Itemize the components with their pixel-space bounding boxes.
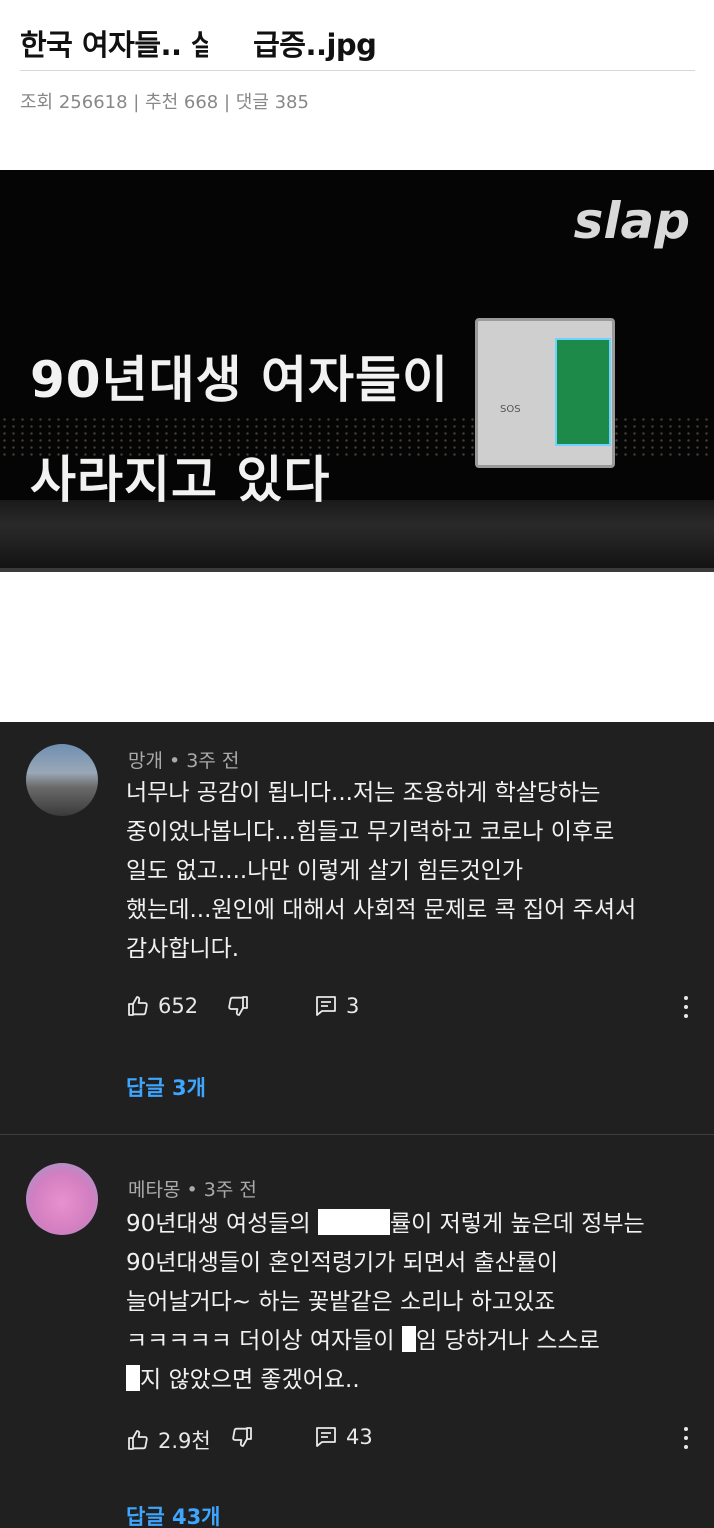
comment-text: 90년대생 여성들의: [126, 1211, 319, 1237]
post-meta: 조회 256618 | 추천 668 | 댓글 385: [20, 92, 309, 113]
like-button[interactable]: 2.9천: [126, 1425, 211, 1455]
like-count: 652: [158, 994, 199, 1018]
reply-count: 3: [346, 994, 360, 1018]
separator-dot: •: [169, 750, 187, 772]
comment: 메타몽 • 3주 전 90년대생 여성들의 률이 저렇게 높은데 정부는 90년…: [0, 1134, 714, 1528]
video-thumbnail[interactable]: SOS slap 90년대생 여자들이 사라지고 있다: [0, 170, 714, 572]
post-header: 한국 여자들.. 살율 급증..jpg 조회 256618 | 추천 668 |…: [0, 0, 714, 170]
comment-line: 감사합니다.: [126, 936, 240, 962]
comment-line: 늘어날거다~ 하는 꽃밭같은 소리나 하고있죠: [126, 1289, 556, 1315]
more-options-icon[interactable]: [684, 996, 690, 1023]
header-divider: [20, 70, 695, 71]
reply-button[interactable]: 3: [314, 994, 359, 1018]
comment-text: 지 않았으면 좋겠어요..: [140, 1367, 360, 1393]
reply-button[interactable]: 43: [314, 1425, 373, 1449]
dislike-button[interactable]: [230, 1425, 254, 1449]
redaction-box: [401, 1326, 416, 1352]
comment-icon: [316, 1427, 336, 1447]
comment-author-line: 망개 • 3주 전: [128, 746, 239, 773]
channel-logo: slap: [573, 192, 690, 250]
thumbs-down-icon: [232, 1427, 252, 1447]
comment-line: ㅋㅋㅋㅋㅋ 더이상 여자들이 임 당하거나 스스로: [126, 1322, 701, 1361]
comment: 망개 • 3주 전 너무나 공감이 됩니다...저는 조용하게 학살당하는 중이…: [0, 722, 714, 1134]
comment-text: ㅋㅋㅋㅋㅋ 더이상 여자들이: [126, 1328, 402, 1354]
view-replies-link[interactable]: 답글 43개: [126, 1501, 221, 1528]
comment-author-line: 메타몽 • 3주 전: [128, 1175, 257, 1202]
comment-text: 률이 저렇게 높은데 정부는: [390, 1211, 645, 1237]
comment-line: 90년대생들이 혼인적령기가 되면서 출산률이: [126, 1250, 559, 1276]
spacer: [0, 572, 714, 722]
comment-line: 했는데...원인에 대해서 사회적 문제로 콕 집어 주셔서: [126, 897, 637, 923]
redaction-box: [318, 1209, 391, 1235]
comment-line: 중이었나봅니다...힘들고 무기력하고 코로나 이후로: [126, 819, 615, 845]
like-button[interactable]: 652: [126, 994, 198, 1018]
separator-dot: •: [186, 1179, 204, 1201]
comment-author[interactable]: 메타몽: [128, 1179, 180, 1201]
redaction-box: [126, 1365, 140, 1391]
comment-time[interactable]: 3주 전: [204, 1179, 257, 1201]
more-options-icon[interactable]: [684, 1427, 690, 1454]
thumbs-up-icon: [128, 1430, 148, 1450]
comment-body: 너무나 공감이 됩니다...저는 조용하게 학살당하는 중이었나봅니다...힘들…: [126, 774, 701, 969]
comment-line: 지 않았으면 좋겠어요..: [126, 1361, 701, 1400]
comment-time[interactable]: 3주 전: [186, 750, 239, 772]
comment-icon: [316, 996, 336, 1016]
reply-count: 43: [346, 1425, 373, 1449]
sos-label: SOS: [500, 404, 521, 415]
dislike-button[interactable]: [226, 994, 250, 1018]
view-replies-link[interactable]: 답글 3개: [126, 1072, 206, 1102]
post-title: 한국 여자들.. 살율 급증..jpg: [20, 28, 377, 62]
comment-line: 일도 없고....나만 이렇게 살기 힘든것인가: [126, 858, 524, 884]
like-count: 2.9천: [158, 1429, 211, 1453]
sos-phone-panel: [555, 338, 611, 446]
comment-body: 90년대생 여성들의 률이 저렇게 높은데 정부는 90년대생들이 혼인적령기가…: [126, 1205, 701, 1400]
thumbs-down-icon: [228, 996, 248, 1016]
comment-author[interactable]: 망개: [128, 750, 163, 772]
comments-section: 망개 • 3주 전 너무나 공감이 됩니다...저는 조용하게 학살당하는 중이…: [0, 722, 714, 1528]
title-redaction: [208, 18, 246, 62]
avatar[interactable]: [26, 1163, 98, 1235]
comment-line: 너무나 공감이 됩니다...저는 조용하게 학살당하는: [126, 780, 601, 806]
comment-line: 90년대생 여성들의 률이 저렇게 높은데 정부는: [126, 1205, 701, 1244]
thumbs-up-icon: [128, 996, 148, 1016]
comment-text: 임 당하거나 스스로: [415, 1328, 600, 1354]
thumbnail-caption-line1: 90년대생 여자들이: [30, 351, 449, 409]
avatar[interactable]: [26, 744, 98, 816]
thumbnail-caption-line2: 사라지고 있다: [30, 451, 331, 509]
